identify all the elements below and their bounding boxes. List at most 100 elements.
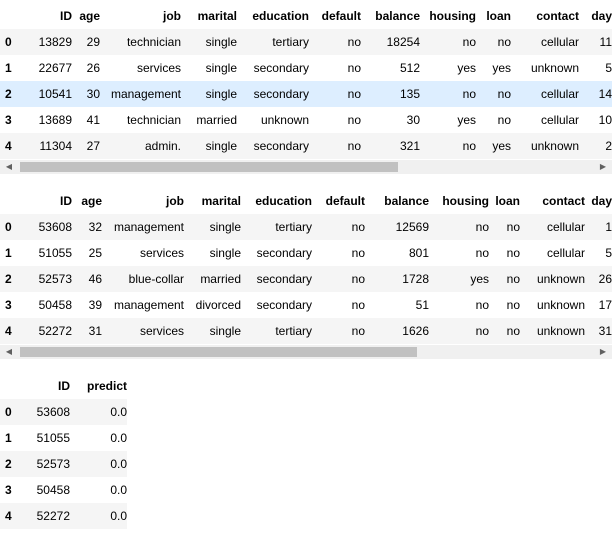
table-cell: services: [139, 246, 184, 260]
scrollbar-thumb-1[interactable]: [20, 162, 398, 172]
table-cell: 27: [86, 139, 100, 153]
table-cell: 10541: [38, 87, 72, 101]
table-cell: 41: [86, 113, 100, 127]
row-index: 2: [5, 87, 12, 101]
table-header-row: ID age job marital education default balance ho…: [0, 188, 612, 214]
table-cell: no: [506, 220, 520, 234]
table-cell: 801: [408, 246, 429, 260]
table-cell: 53608: [36, 405, 70, 419]
table-cell: yes: [470, 272, 489, 286]
table-row: 3 13689 41 technician married unknown no 30 yes n…: [0, 107, 612, 133]
table-cell: no: [351, 324, 365, 338]
arrow-left-icon[interactable]: ◀: [2, 345, 16, 359]
table-cell: no: [351, 272, 365, 286]
column-header-predict: predict: [86, 379, 127, 393]
table-cell: 512: [399, 61, 420, 75]
horizontal-scrollbar-1[interactable]: ◀ ▶: [0, 160, 612, 174]
table-cell: 26: [598, 272, 612, 286]
table-cell: secondary: [253, 139, 309, 153]
table-cell: no: [497, 87, 511, 101]
table-cell: 5: [605, 246, 612, 260]
table-cell: yes: [457, 113, 476, 127]
table-cell: unknown: [260, 113, 309, 127]
table-row: 2 10541 30 management single secondary no 135 no…: [0, 81, 612, 107]
horizontal-scrollbar-2[interactable]: ◀ ▶: [0, 345, 612, 359]
table-cell: 46: [88, 272, 102, 286]
arrow-right-icon[interactable]: ▶: [596, 345, 610, 359]
table-cell: married: [200, 272, 241, 286]
table-cell: yes: [457, 61, 476, 75]
table-cell: 0.0: [110, 457, 127, 471]
column-header-id: ID: [58, 379, 70, 393]
column-header-loan: loan: [495, 194, 520, 208]
table-cell: no: [506, 246, 520, 260]
scrollbar-thumb-2[interactable]: [20, 347, 417, 357]
column-header-education: education: [252, 9, 309, 23]
table-row: 0 53608 0.0: [0, 399, 127, 425]
table-cell: 30: [406, 113, 420, 127]
column-header-housing: housing: [442, 194, 489, 208]
column-header-default: default: [321, 9, 361, 23]
table-cell: unknown: [536, 298, 585, 312]
row-index: 2: [5, 457, 12, 471]
column-header-id: ID: [60, 194, 72, 208]
table-cell: no: [462, 87, 476, 101]
table-cell: 12569: [395, 220, 429, 234]
table-cell: 26: [86, 61, 100, 75]
table-cell: 31: [88, 324, 102, 338]
table-cell: divorced: [195, 298, 241, 312]
table-cell: 1626: [402, 324, 429, 338]
table-cell: 53608: [38, 220, 72, 234]
table-cell: single: [209, 220, 241, 234]
row-index: 0: [5, 35, 12, 49]
table-cell: unknown: [536, 272, 585, 286]
table-cell: no: [462, 35, 476, 49]
table-cell: 11: [599, 35, 612, 49]
table-cell: cellular: [540, 87, 579, 101]
table-row: 1 51055 0.0: [0, 425, 127, 451]
index-header: [0, 373, 24, 399]
dataframe-table-1: ID age job marital education default balance ho…: [0, 3, 612, 159]
table-row: 0 13829 29 technician single tertiary no 18254 n…: [0, 29, 612, 55]
table-cell: 5: [605, 61, 612, 75]
table-cell: management: [110, 87, 181, 101]
table-cell: 52272: [36, 509, 70, 523]
table-cell: cellular: [546, 220, 585, 234]
table-row: 3 50458 39 management divorced secondary no 51 n…: [0, 292, 612, 318]
dataframe-table-2: ID age job marital education default balance ho…: [0, 188, 612, 344]
table-cell: blue-collar: [128, 272, 184, 286]
column-header-default: default: [325, 194, 365, 208]
column-header-id: ID: [60, 9, 72, 23]
row-index: 4: [5, 139, 12, 153]
table-cell: services: [139, 324, 184, 338]
dataframe-table-3: ID predict 0 53608 0.0 1 51055 0.0 2 52573 0.0 3 50…: [0, 373, 127, 529]
column-header-contact: contact: [542, 194, 585, 208]
arrow-left-icon[interactable]: ◀: [2, 160, 16, 174]
table-row: 1 22677 26 services single secondary no 512 yes y…: [0, 55, 612, 81]
table-cell: 39: [88, 298, 102, 312]
table-cell: tertiary: [272, 35, 309, 49]
table-cell: technician: [126, 113, 181, 127]
dataframe-wrapper-1[interactable]: ID age job marital education default balance ho…: [0, 3, 612, 159]
table-cell: no: [351, 298, 365, 312]
table-row: 2 52573 0.0: [0, 451, 127, 477]
table-cell: technician: [126, 35, 181, 49]
row-index: 1: [5, 246, 12, 260]
dataframe-wrapper-2[interactable]: ID age job marital education default balance ho…: [0, 188, 612, 344]
table-cell: secondary: [256, 246, 312, 260]
table-row: 0 53608 32 management single tertiary no 12569 n…: [0, 214, 612, 240]
arrow-right-icon[interactable]: ▶: [596, 160, 610, 174]
table-cell: 31: [598, 324, 612, 338]
table-cell: 321: [399, 139, 420, 153]
output-cell-2: ID age job marital education default balance ho…: [0, 188, 612, 359]
table-cell: no: [475, 220, 489, 234]
table-cell: 30: [86, 87, 100, 101]
table-cell: single: [209, 246, 241, 260]
table-cell: secondary: [253, 61, 309, 75]
table-row: 1 51055 25 services single secondary no 801 no no…: [0, 240, 612, 266]
table-row: 4 11304 27 admin. single secondary no 321 no yes u…: [0, 133, 612, 159]
column-header-marital: marital: [201, 194, 241, 208]
table-cell: 14: [598, 87, 612, 101]
table-cell: 18254: [386, 35, 420, 49]
table-cell: 0.0: [110, 483, 127, 497]
